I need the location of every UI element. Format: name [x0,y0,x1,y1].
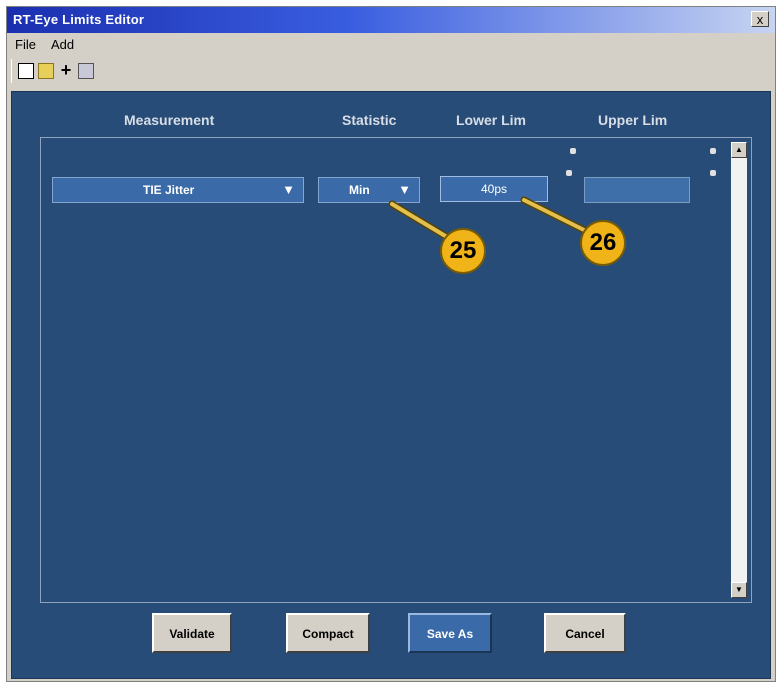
cancel-button[interactable]: Cancel [544,613,626,653]
scroll-down-icon[interactable]: ▼ [731,582,747,598]
limits-panel: Measurement Statistic Lower Lim Upper Li… [11,91,771,679]
toolbar: + [11,59,132,83]
menu-bar: File Add [7,35,775,55]
open-folder-icon[interactable] [38,63,54,79]
menu-file[interactable]: File [15,37,36,52]
compact-button[interactable]: Compact [286,613,370,653]
limits-editor-window: RT-Eye Limits Editor x File Add + Measur… [6,6,776,682]
callout-leaders [388,196,592,244]
window-title: RT-Eye Limits Editor [13,12,145,27]
close-button[interactable]: x [751,11,769,27]
menu-add[interactable]: Add [51,37,74,52]
add-icon[interactable]: + [58,61,74,79]
callout-25: 25 [440,228,486,274]
callout-26: 26 [580,220,626,266]
title-bar: RT-Eye Limits Editor x [7,7,775,33]
new-file-icon[interactable] [18,63,34,79]
options-icon[interactable] [78,63,94,79]
save-as-button[interactable]: Save As [408,613,492,653]
validate-button[interactable]: Validate [152,613,232,653]
